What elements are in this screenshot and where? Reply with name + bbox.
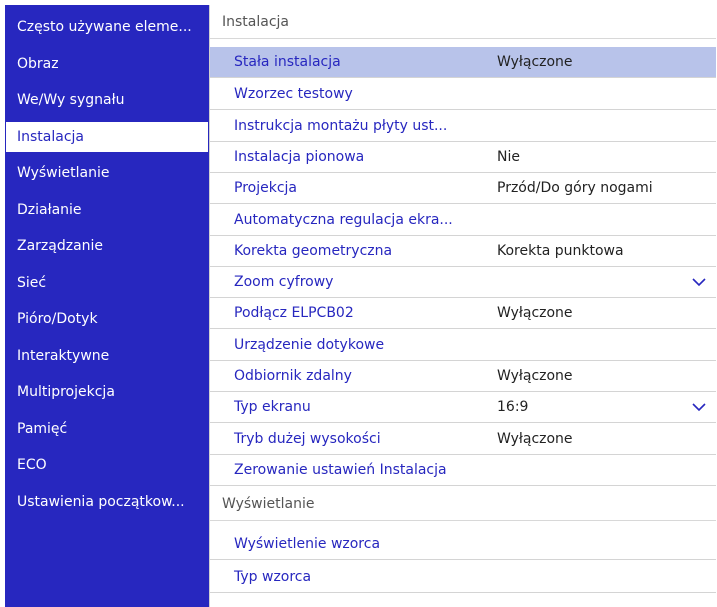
menu-row-label: Instrukcja montażu płyty ust... xyxy=(234,117,448,134)
sidebar-item-instalacja[interactable]: Instalacja xyxy=(6,121,208,152)
menu-row-value: Wyłączone xyxy=(497,54,573,70)
menu-row-label: Tryb dużej wysokości xyxy=(234,430,381,447)
menu-row-value: Przód/Do góry nogami xyxy=(497,180,653,197)
menu-row-korekta-geometryczna[interactable]: Korekta geometryczna Korekta punktowa xyxy=(209,236,716,267)
sidebar-item-multiprojekcja[interactable]: Multiprojekcja xyxy=(5,377,209,407)
sidebar-item-eco[interactable]: ECO xyxy=(5,450,209,480)
sidebar-item-ustawienia-poczatkow[interactable]: Ustawienia początkow... xyxy=(5,487,209,517)
sidebar: Często używane eleme... Obraz We/Wy sygnał… xyxy=(5,5,209,607)
menu-row-value: Nie xyxy=(497,148,520,165)
sidebar-item-obraz[interactable]: Obraz xyxy=(5,49,209,79)
menu-row-wzorzec-testowy[interactable]: Wzorzec testowy xyxy=(209,79,716,111)
sidebar-item-pioro-dotyk[interactable]: Pióro/Dotyk xyxy=(5,304,209,334)
menu-row-label: Wzorzec testowy xyxy=(234,86,353,103)
menu-row-stala-instalacja[interactable]: Stała instalacja Wyłączone xyxy=(209,47,716,78)
sidebar-item-czesto-uzywane-eleme[interactable]: Często używane eleme... xyxy=(5,12,209,42)
sidebar-item-wyswietlanie[interactable]: Wyświetlanie xyxy=(5,158,209,188)
projector-menu: Często używane eleme... Obraz We/Wy sygnał… xyxy=(5,5,716,607)
menu-row-wyswietlenie-wzorca[interactable]: Wyświetlenie wzorca xyxy=(209,529,716,561)
chevron-down-icon[interactable] xyxy=(691,401,707,413)
menu-row-instrukcja-montazu-plyty-ust[interactable]: Instrukcja montażu płyty ust... xyxy=(209,111,716,142)
menu-row-projekcja[interactable]: Projekcja Przód/Do góry nogami xyxy=(209,173,716,205)
sidebar-item-interaktywne[interactable]: Interaktywne xyxy=(5,341,209,371)
section-header-wyswietlanie: Wyświetlanie xyxy=(209,487,716,522)
menu-row-label: Korekta geometryczna xyxy=(234,242,393,259)
sidebar-item-we-wy-sygnalu[interactable]: We/Wy sygnału xyxy=(5,85,209,115)
panel-divider xyxy=(209,5,210,607)
menu-row-podlacz-elpcb02[interactable]: Podłącz ELPCB02 Wyłączone xyxy=(209,298,716,330)
menu-row-value: Wyłączone xyxy=(497,368,573,384)
menu-row-typ-ekranu[interactable]: Typ ekranu 16:9 xyxy=(209,392,716,424)
menu-row-value: Wyłączone xyxy=(497,430,573,447)
sidebar-item-siec[interactable]: Sieć xyxy=(5,268,209,298)
menu-row-urzadzenie-dotykowe[interactable]: Urządzenie dotykowe xyxy=(209,330,716,361)
sidebar-item-zarzadzanie[interactable]: Zarządzanie xyxy=(5,231,209,261)
menu-row-label: Wyświetlenie wzorca xyxy=(234,536,381,553)
menu-row-label: Podłącz ELPCB02 xyxy=(234,305,354,322)
menu-row-label: Urządzenie dotykowe xyxy=(234,336,385,353)
menu-row-label: Stała instalacja xyxy=(234,54,341,70)
chevron-down-icon[interactable] xyxy=(691,276,707,288)
section-header-instalacja: Instalacja xyxy=(209,5,716,39)
menu-row-value: 16:9 xyxy=(497,399,529,416)
sidebar-item-dzialanie[interactable]: Działanie xyxy=(5,195,209,225)
menu-row-instalacja-pionowa[interactable]: Instalacja pionowa Nie xyxy=(209,142,716,173)
menu-row-typ-wzorca[interactable]: Typ wzorca xyxy=(209,562,716,593)
menu-row-label: Zerowanie ustawień Instalacja xyxy=(234,461,447,478)
menu-row-zerowanie-ustawien-instalacja[interactable]: Zerowanie ustawień Instalacja xyxy=(209,455,716,486)
menu-row-label: Typ wzorca xyxy=(234,568,312,585)
main-panel: Instalacja Stała instalacja Wyłączone Wzorz… xyxy=(209,5,716,607)
menu-row-zoom-cyfrowy[interactable]: Zoom cyfrowy xyxy=(209,267,716,299)
menu-row-value: Wyłączone xyxy=(497,305,573,322)
menu-row-automatyczna-regulacja-ekra[interactable]: Automatyczna regulacja ekra... xyxy=(209,205,716,236)
menu-row-value: Korekta punktowa xyxy=(497,242,624,259)
menu-row-label: Odbiornik zdalny xyxy=(234,368,352,384)
menu-row-tryb-duzej-wysokosci[interactable]: Tryb dużej wysokości Wyłączone xyxy=(209,424,716,455)
menu-row-label: Typ ekranu xyxy=(234,399,311,416)
menu-row-label: Automatyczna regulacja ekra... xyxy=(234,211,453,228)
menu-row-odbiornik-zdalny[interactable]: Odbiornik zdalny Wyłączone xyxy=(209,361,716,392)
menu-row-label: Zoom cyfrowy xyxy=(234,274,334,291)
sidebar-item-pamiec[interactable]: Pamięć xyxy=(5,414,209,444)
menu-row-label: Projekcja xyxy=(234,180,297,197)
menu-row-label: Instalacja pionowa xyxy=(234,148,365,165)
